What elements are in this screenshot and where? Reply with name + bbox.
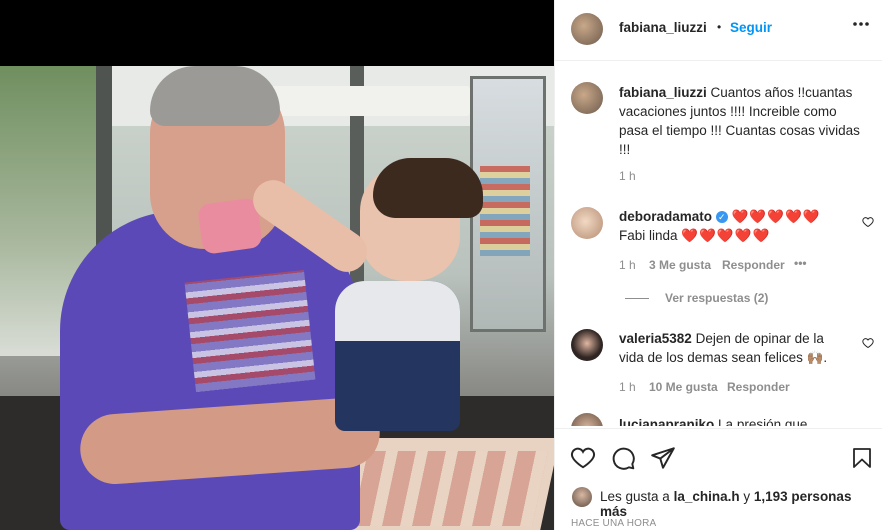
like-comment-heart-icon[interactable] [862,216,874,228]
more-horizontal-icon[interactable] [851,14,871,39]
liker-username[interactable]: la_china.h [674,489,740,504]
likes-summary: Les gusta a la_china.h y 1,193 personas … [600,489,882,519]
photo-image [0,66,554,530]
post-sidebar: fabiana_liuzzi • Seguir fabiana_liuzzi C… [554,0,882,530]
comment-likes[interactable]: 3 Me gusta [649,258,711,272]
comment-text: valeria5382 Dejen de opinar de la vida d… [619,329,849,367]
comment-username[interactable]: valeria5382 [619,331,692,346]
comment-hearts: ❤️❤️❤️❤️❤️ [731,209,821,224]
post-actions: Les gusta a la_china.h y 1,193 personas … [555,428,882,531]
post-photo[interactable] [0,0,554,530]
comment-username[interactable]: lucianapraniko [619,417,714,426]
comment-time[interactable]: 1 h [619,380,636,394]
liker-avatar[interactable] [572,487,592,507]
reply-button[interactable]: Responder [722,258,785,272]
verified-badge-icon: ✓ [715,211,728,224]
author-username[interactable]: fabiana_liuzzi [619,20,707,35]
share-icon[interactable] [650,445,676,471]
comment-body: La presión que [718,417,808,426]
comment-avatar[interactable] [571,329,603,361]
comment-body: Fabi linda [619,228,678,243]
likes-conj: y [743,489,751,504]
comment-icon[interactable] [610,445,636,471]
comment-text: lucianapraniko La presión que [619,415,849,426]
comment-text: deboradamato ✓ ❤️❤️❤️❤️❤️ Fabi linda ❤️❤… [619,207,849,245]
comment-avatar[interactable] [571,413,603,426]
header-separator: • [717,20,722,34]
comment-avatar[interactable] [571,207,603,239]
comment-time[interactable]: 1 h [619,258,636,272]
post-timestamp[interactable]: HACE UNA HORA [571,518,656,529]
comment-hearts-2: ❤️❤️❤️❤️❤️ [681,228,771,243]
caption-text: fabiana_liuzzi Cuantos años !!cuantas va… [619,83,869,159]
reply-button[interactable]: Responder [727,380,790,394]
replies-divider [625,298,649,299]
follow-button[interactable]: Seguir [730,20,772,35]
photo-letterbox [0,0,554,66]
caption-time[interactable]: 1 h [619,169,636,183]
author-avatar[interactable] [571,13,603,45]
bookmark-icon[interactable] [850,445,874,471]
caption-username[interactable]: fabiana_liuzzi [619,85,707,100]
comment-username[interactable]: deboradamato [619,209,712,224]
comment-options-icon[interactable]: ••• [794,256,807,270]
likes-prefix: Les gusta a [600,489,670,504]
post-header: fabiana_liuzzi • Seguir [555,0,882,61]
heart-icon[interactable] [570,445,596,471]
caption-avatar[interactable] [571,82,603,114]
view-replies-button[interactable]: Ver respuestas (2) [665,291,768,305]
comments-list[interactable]: fabiana_liuzzi Cuantos años !!cuantas va… [555,61,882,426]
comment-likes[interactable]: 10 Me gusta [649,380,718,394]
like-comment-heart-icon[interactable] [862,337,874,349]
